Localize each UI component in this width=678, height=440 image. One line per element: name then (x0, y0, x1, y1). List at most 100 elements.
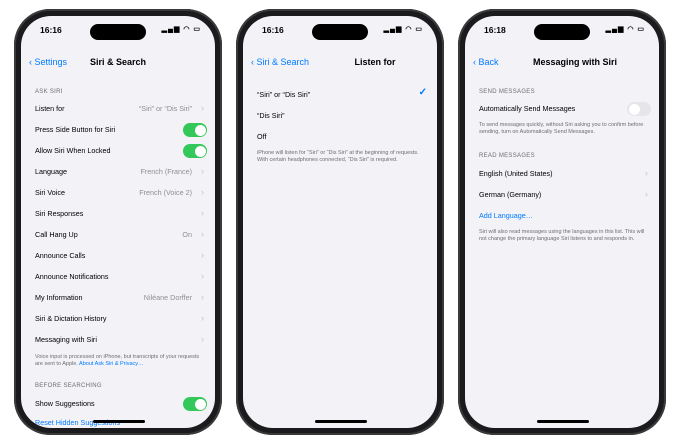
row-siri-responses[interactable]: Siri Responses › (31, 203, 207, 224)
row-label: English (United States) (479, 169, 553, 178)
dynamic-island (312, 24, 368, 40)
about-siri-privacy-link[interactable]: About Ask Siri & Privacy… (79, 361, 144, 367)
status-bar: 16:18 ▂▄▆ ◠ ▭ (465, 16, 659, 40)
row-label: Allow Siri When Locked (35, 146, 111, 155)
option-off[interactable]: Off (253, 126, 429, 147)
row-show-suggestions: Show Suggestions (31, 393, 207, 414)
allow-when-locked-toggle[interactable] (183, 144, 207, 158)
phone-listen-for: 16:16 ▂▄▆ ◠ ▭ ‹ Siri & Search Listen for… (236, 9, 444, 435)
status-time: 16:16 (40, 25, 62, 35)
row-language-english[interactable]: English (United States) › (475, 163, 651, 184)
row-messaging-with-siri[interactable]: Messaging with Siri › (31, 329, 207, 350)
option-label: “Siri” or “Dis Siri” (257, 90, 311, 99)
home-indicator (93, 420, 145, 423)
chevron-right-icon: › (201, 313, 204, 323)
row-label: German (Germany) (479, 190, 542, 199)
row-label: Announce Calls (35, 251, 86, 260)
row-language-german[interactable]: German (Germany) › (475, 184, 651, 205)
section-header-before-searching: BEFORE SEARCHING (35, 383, 102, 389)
page-title: Listen for (354, 57, 396, 67)
chevron-right-icon: › (201, 187, 204, 197)
option-siri-or-dis-siri[interactable]: “Siri” or “Dis Siri” ✓ (253, 84, 429, 105)
row-value: Niléane Dorffer (143, 293, 192, 302)
home-indicator (537, 420, 589, 423)
row-auto-send: Automatically Send Messages (475, 98, 651, 119)
nav-bar: ‹ Back Messaging with Siri (465, 54, 659, 70)
row-value: French (Voice 2) (139, 188, 192, 197)
section-header-send-messages: SEND MESSAGES (479, 89, 535, 95)
row-my-information[interactable]: My Information Niléane Dorffer › (31, 287, 207, 308)
press-side-button-toggle[interactable] (183, 123, 207, 137)
status-time: 16:16 (262, 25, 284, 35)
row-label: Siri Voice (35, 188, 65, 197)
row-label: Call Hang Up (35, 230, 78, 239)
read-messages-footer: Siri will also read messages using the l… (479, 229, 645, 243)
row-press-side-button: Press Side Button for Siri (31, 119, 207, 140)
row-label: Automatically Send Messages (479, 104, 576, 113)
chevron-right-icon: › (645, 189, 648, 199)
home-indicator (315, 420, 367, 423)
status-bar: 16:16 ▂▄▆ ◠ ▭ (21, 16, 215, 40)
row-dictation-history[interactable]: Siri & Dictation History › (31, 308, 207, 329)
option-label: Off (257, 132, 267, 141)
row-label: Siri & Dictation History (35, 314, 107, 323)
option-label: “Dis Siri” (257, 111, 285, 120)
row-announce-calls[interactable]: Announce Calls › (31, 245, 207, 266)
dynamic-island (534, 24, 590, 40)
row-label: Siri Responses (35, 209, 84, 218)
dynamic-island (90, 24, 146, 40)
chevron-right-icon: › (645, 168, 648, 178)
checkmark-icon: ✓ (418, 87, 427, 98)
chevron-right-icon: › (201, 271, 204, 281)
row-label: Press Side Button for Siri (35, 125, 116, 134)
row-language[interactable]: Language French (France) › (31, 161, 207, 182)
row-siri-voice[interactable]: Siri Voice French (Voice 2) › (31, 182, 207, 203)
row-value: On (182, 230, 192, 239)
back-label: Siri & Search (256, 57, 310, 67)
chevron-right-icon: › (201, 250, 204, 260)
phone-messaging-with-siri: 16:18 ▂▄▆ ◠ ▭ ‹ Back Messaging with Siri… (458, 9, 666, 435)
chevron-right-icon: › (201, 103, 204, 113)
section-header-read-messages: READ MESSAGES (479, 153, 535, 159)
screen-listen-for: 16:16 ▂▄▆ ◠ ▭ ‹ Siri & Search Listen for… (243, 16, 437, 428)
row-allow-when-locked: Allow Siri When Locked (31, 140, 207, 161)
status-icons: ▂▄▆ ◠ ▭ (161, 26, 201, 33)
nav-bar: ‹ Settings Siri & Search (21, 54, 215, 70)
page-title: Messaging with Siri (532, 57, 617, 67)
page-title: Siri & Search (89, 57, 147, 67)
screen-siri-search: 16:16 ▂▄▆ ◠ ▭ ‹ Settings Siri & Search A… (21, 16, 215, 428)
show-suggestions-toggle[interactable] (183, 397, 207, 411)
option-dis-siri[interactable]: “Dis Siri” (253, 105, 429, 126)
status-icons: ▂▄▆ ◠ ▭ (605, 26, 645, 33)
section-header-ask-siri: ASK SIRI (35, 89, 63, 95)
chevron-right-icon: › (201, 208, 204, 218)
chevron-right-icon: › (201, 166, 204, 176)
auto-send-toggle[interactable] (627, 102, 651, 116)
nav-bar: ‹ Siri & Search Listen for (243, 54, 437, 70)
chevron-right-icon: › (201, 229, 204, 239)
add-language-link[interactable]: Add Language… (479, 211, 533, 220)
status-icons: ▂▄▆ ◠ ▭ (383, 26, 423, 33)
status-time: 16:18 (484, 25, 506, 35)
row-label: Language (35, 167, 67, 176)
listen-for-footer: iPhone will listen for “Siri” or “Dis Si… (257, 150, 419, 164)
row-label: My Information (35, 293, 83, 302)
row-label: Listen for (35, 104, 65, 113)
back-button[interactable]: ‹ Siri & Search (251, 57, 309, 67)
row-value: French (France) (140, 167, 192, 176)
row-label: Show Suggestions (35, 399, 95, 408)
row-label: Messaging with Siri (35, 335, 97, 344)
phone-siri-search: 16:16 ▂▄▆ ◠ ▭ ‹ Settings Siri & Search A… (14, 9, 222, 435)
row-announce-notifications[interactable]: Announce Notifications › (31, 266, 207, 287)
row-listen-for[interactable]: Listen for “Siri” or “Dis Siri” › (31, 98, 207, 119)
row-label: Announce Notifications (35, 272, 109, 281)
row-call-hang-up[interactable]: Call Hang Up On › (31, 224, 207, 245)
row-value: “Siri” or “Dis Siri” (138, 104, 192, 113)
status-bar: 16:16 ▂▄▆ ◠ ▭ (243, 16, 437, 40)
screen-messaging-with-siri: 16:18 ▂▄▆ ◠ ▭ ‹ Back Messaging with Siri… (465, 16, 659, 428)
chevron-right-icon: › (201, 292, 204, 302)
chevron-right-icon: › (201, 334, 204, 344)
row-add-language[interactable]: Add Language… (475, 205, 651, 226)
ask-siri-footer: Voice input is processed on iPhone, but … (35, 354, 201, 369)
send-messages-footer: To send messages quickly, without Siri a… (479, 122, 644, 136)
